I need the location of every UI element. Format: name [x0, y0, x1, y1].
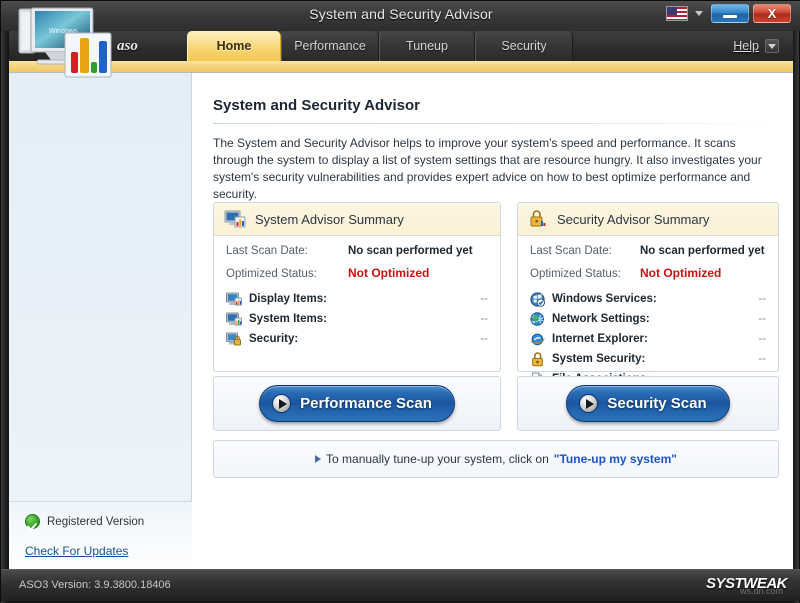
gold-accent-band: [9, 61, 793, 73]
security-item-value: --: [758, 293, 766, 305]
system-last-scan-label: Last Scan Date:: [226, 245, 348, 257]
brand-aso-label: aso: [117, 38, 138, 55]
security-item-row: Network Settings: --: [530, 309, 766, 329]
security-item-row: System Security: --: [530, 349, 766, 369]
security-item-value: --: [758, 313, 766, 325]
security-panel-title: Security Advisor Summary: [557, 212, 709, 227]
security-scan-button[interactable]: Security Scan: [566, 385, 729, 422]
system-item-row: Display Items: --: [226, 289, 488, 309]
display-items-icon: [226, 292, 242, 307]
system-last-scan-row: Last Scan Date: No scan performed yet: [226, 245, 488, 257]
us-flag-icon[interactable]: [666, 6, 688, 21]
security-item-value: --: [758, 333, 766, 345]
system-status-row: Optimized Status: Not Optimized: [226, 266, 488, 280]
system-panel-header: System Advisor Summary: [214, 203, 500, 236]
security-panel-header: Security Advisor Summary: [518, 203, 778, 236]
systweak-logo-sys: SYS: [706, 575, 735, 592]
security-status-value: Not Optimized: [640, 266, 721, 280]
triangle-right-icon: [315, 455, 321, 463]
performance-scan-bar: Performance Scan: [213, 376, 501, 431]
flag-canton: [667, 7, 677, 15]
system-panel-title: System Advisor Summary: [255, 212, 404, 227]
play-icon: [579, 394, 598, 413]
system-panel-body: Last Scan Date: No scan performed yet Op…: [214, 236, 500, 349]
security-item-label: Network Settings:: [552, 313, 751, 325]
security-advisor-panel: Security Advisor Summary Last Scan Date:…: [517, 202, 779, 372]
security-status-row: Optimized Status: Not Optimized: [530, 266, 766, 280]
tab-security[interactable]: Security: [475, 31, 573, 61]
security-scan-bar: Security Scan: [517, 376, 779, 431]
system-status-value: Not Optimized: [348, 266, 429, 280]
window-controls: X: [666, 4, 791, 23]
windows-services-icon: [530, 292, 545, 307]
sidebar-footer: Registered Version Check For Updates: [9, 501, 192, 571]
security-shield-icon: [226, 332, 242, 347]
registered-version-row: Registered Version: [25, 514, 144, 529]
check-for-updates-link[interactable]: Check For Updates: [25, 544, 128, 558]
security-status-label: Optimized Status:: [530, 268, 640, 280]
title-bar: System and Security Advisor X: [1, 1, 800, 31]
monitor-chart-icon: [224, 209, 246, 229]
security-item-label: Windows Services:: [552, 293, 751, 305]
registered-version-label: Registered Version: [47, 516, 144, 528]
tuneup-hint-text: To manually tune-up your system, click o…: [326, 452, 549, 466]
system-item-row: Security: --: [226, 329, 488, 349]
minimize-button[interactable]: [711, 4, 749, 23]
status-bar: ASO3 Version: 3.9.3800.18406 SYSTWEAK ws…: [1, 569, 800, 601]
tuneup-my-system-link[interactable]: "Tune-up my system": [554, 452, 677, 466]
security-last-scan-value: No scan performed yet: [640, 245, 765, 257]
page-title: System and Security Advisor: [213, 97, 420, 114]
system-status-label: Optimized Status:: [226, 268, 348, 280]
tuneup-hint-bar: To manually tune-up your system, click o…: [213, 440, 779, 478]
padlock-icon: [530, 352, 545, 367]
intro-paragraph: The System and Security Advisor helps to…: [213, 135, 773, 203]
tab-tuneup[interactable]: Tuneup: [379, 31, 475, 61]
main-content: System and Security Advisor The System a…: [193, 73, 793, 571]
tab-home[interactable]: Home: [187, 31, 281, 61]
system-advisor-panel: System Advisor Summary Last Scan Date: N…: [213, 202, 501, 372]
system-item-label: System Items:: [249, 313, 473, 325]
system-items-icon: [226, 312, 242, 327]
security-item-value: --: [758, 353, 766, 365]
version-label: ASO3 Version: 3.9.3800.18406: [19, 579, 171, 591]
network-settings-icon: [530, 312, 545, 327]
system-last-scan-value: No scan performed yet: [348, 245, 473, 257]
security-item-label: System Security:: [552, 353, 751, 365]
application-window: System and Security Advisor X aso Home P…: [0, 0, 800, 602]
system-item-value: --: [480, 293, 488, 305]
watermark-text: ws.dn.com: [740, 586, 783, 596]
system-item-label: Display Items:: [249, 293, 473, 305]
security-item-row: Windows Services: --: [530, 289, 766, 309]
body-area: Registered Version Check For Updates Sys…: [9, 73, 793, 571]
window-frame-left: [1, 1, 9, 603]
play-icon: [272, 394, 291, 413]
security-item-label: Internet Explorer:: [552, 333, 751, 345]
system-item-value: --: [480, 333, 488, 345]
help-link[interactable]: Help: [733, 39, 759, 53]
tab-bar: aso Home Performance Tuneup Security Hel…: [9, 31, 793, 61]
language-chevron-down-icon[interactable]: [695, 11, 703, 16]
padlock-chart-icon: [528, 209, 548, 229]
security-last-scan-row: Last Scan Date: No scan performed yet: [530, 245, 766, 257]
help-chevron-down-icon[interactable]: [765, 39, 779, 53]
system-item-value: --: [480, 313, 488, 325]
performance-scan-label: Performance Scan: [300, 395, 432, 412]
tab-performance[interactable]: Performance: [281, 31, 379, 61]
security-scan-label: Security Scan: [607, 395, 706, 412]
sidebar: Registered Version Check For Updates: [9, 73, 192, 571]
close-button[interactable]: X: [753, 4, 791, 23]
performance-scan-button[interactable]: Performance Scan: [259, 385, 455, 422]
system-item-row: System Items: --: [226, 309, 488, 329]
title-divider: [213, 123, 771, 124]
green-check-icon: [25, 514, 40, 529]
internet-explorer-icon: [530, 332, 545, 347]
security-item-row: Internet Explorer: --: [530, 329, 766, 349]
system-item-label: Security:: [249, 333, 473, 345]
security-last-scan-label: Last Scan Date:: [530, 245, 640, 257]
